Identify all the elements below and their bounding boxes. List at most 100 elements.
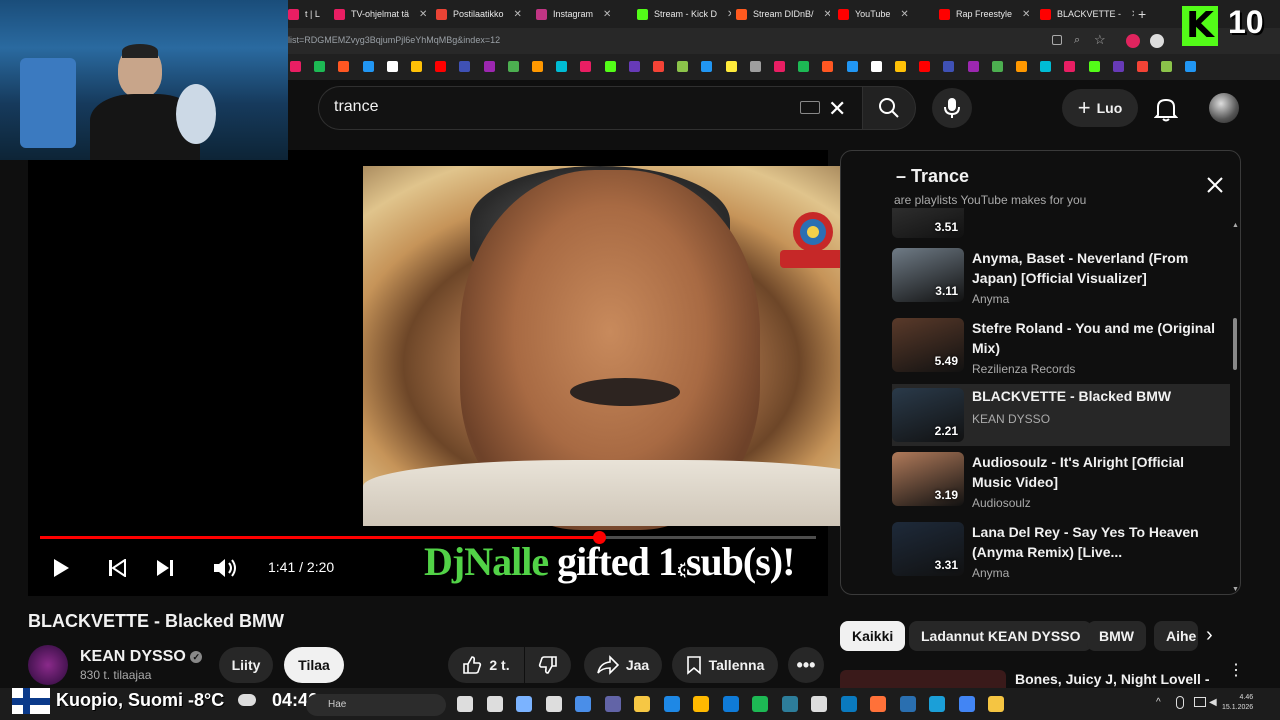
- extension-icon[interactable]: [1150, 34, 1164, 48]
- weather-widget[interactable]: Kuopio, Suomi -8°C: [56, 690, 224, 711]
- bookmark-icon[interactable]: [943, 61, 955, 72]
- bookmark-icon[interactable]: [870, 61, 882, 72]
- taskbar-app-icon[interactable]: [899, 696, 916, 712]
- playlist-item-current[interactable]: 2.21 BLACKVETTE - Blacked BMW KEAN DYSSO: [892, 384, 1230, 446]
- scroll-up-icon[interactable]: ▲: [1232, 222, 1239, 229]
- bookmark-icon[interactable]: [725, 61, 737, 72]
- tab-close-icon[interactable]: ✕: [514, 9, 522, 20]
- clear-search-icon[interactable]: ✕: [828, 96, 846, 122]
- taskbar-app-icon[interactable]: [988, 696, 1004, 712]
- url-text[interactable]: list=RDGMEMZvyg3BqjumPjl6eYhMqMBg&index=…: [288, 35, 500, 45]
- taskbar-app-icon[interactable]: [634, 696, 650, 712]
- previous-button[interactable]: [104, 555, 130, 581]
- taskbar-app-icon[interactable]: [929, 696, 945, 712]
- browser-tab[interactable]: YouTube ✕: [838, 4, 932, 24]
- tray-clock[interactable]: 4.46 15.1.2026: [1222, 693, 1253, 713]
- bookmark-icon[interactable]: [846, 61, 858, 72]
- taskbar-app-icon[interactable]: [958, 696, 975, 712]
- bookmark-icon[interactable]: [749, 61, 761, 72]
- bookmark-icon[interactable]: [774, 61, 785, 72]
- tab-close-icon[interactable]: ✕: [824, 9, 830, 20]
- taskbar-app-icon[interactable]: [752, 696, 768, 712]
- taskbar-app-icon[interactable]: [870, 696, 886, 712]
- bookmark-icon[interactable]: [1064, 61, 1076, 72]
- account-avatar[interactable]: [1209, 93, 1239, 123]
- bookmark-icon[interactable]: [604, 61, 616, 72]
- bookmark-icon[interactable]: [653, 61, 664, 72]
- next-button[interactable]: [152, 555, 178, 581]
- bookmark-icon[interactable]: [386, 61, 398, 72]
- tab-close-icon[interactable]: ✕: [727, 9, 731, 20]
- bookmark-icon[interactable]: [1016, 61, 1027, 72]
- bookmark-icon[interactable]: [701, 61, 713, 72]
- like-button[interactable]: 2 t.: [448, 647, 524, 683]
- bookmark-icon[interactable]: [435, 61, 447, 72]
- extension-icon[interactable]: [1126, 34, 1140, 48]
- bookmark-icon[interactable]: [1040, 61, 1052, 72]
- bookmark-icon[interactable]: [411, 61, 422, 72]
- taskbar-app-icon[interactable]: [693, 696, 709, 712]
- bookmark-icon[interactable]: [556, 61, 568, 72]
- tray-chevron-icon[interactable]: ^: [1156, 697, 1161, 708]
- browser-tab[interactable]: Rap Freestyle ✕: [939, 4, 1033, 24]
- taskbar-app-icon[interactable]: [840, 696, 857, 712]
- playlist-item[interactable]: 5.49 Stefre Roland - You and me (Original…: [892, 318, 1230, 382]
- speaker-icon[interactable]: ◀: [1209, 697, 1217, 708]
- play-button[interactable]: [48, 555, 74, 581]
- notifications-button[interactable]: [1153, 96, 1179, 127]
- bookmark-icon[interactable]: [532, 61, 543, 72]
- browser-tab[interactable]: Postilaatikko ✕: [436, 4, 530, 24]
- more-vertical-icon[interactable]: ⋮: [1228, 663, 1244, 679]
- browser-tab[interactable]: Instagram ✕: [536, 4, 630, 24]
- filter-chip[interactable]: BMW: [1087, 621, 1146, 651]
- bookmark-icon[interactable]: [822, 61, 834, 72]
- playlist-item[interactable]: 3.31 Lana Del Rey - Say Yes To Heaven (An…: [892, 522, 1230, 586]
- new-tab-button[interactable]: +: [1138, 6, 1146, 22]
- bookmark-icon[interactable]: [991, 61, 1003, 72]
- browser-tab[interactable]: t | L✕: [288, 4, 324, 24]
- bookmark-icon[interactable]: [1088, 61, 1100, 72]
- taskbar-app-icon[interactable]: [604, 696, 621, 712]
- bookmark-icon[interactable]: [919, 61, 931, 72]
- search-button[interactable]: [862, 86, 916, 130]
- microphone-tray-icon[interactable]: [1176, 696, 1184, 709]
- save-button[interactable]: Tallenna: [672, 647, 778, 683]
- playlist-item[interactable]: 3.19 Audiosoulz - It's Alright [Official …: [892, 452, 1230, 516]
- bookmark-icon[interactable]: [677, 61, 689, 72]
- bookmark-icon[interactable]: [483, 61, 495, 72]
- search-box[interactable]: [318, 86, 863, 130]
- browser-tab[interactable]: BLACKVETTE - ✕: [1040, 4, 1134, 24]
- bookmark-icon[interactable]: [459, 61, 471, 72]
- tab-close-icon[interactable]: ✕: [603, 9, 611, 20]
- create-button[interactable]: + Luo: [1062, 89, 1138, 127]
- search-input[interactable]: trance: [334, 98, 378, 116]
- install-icon[interactable]: [1052, 35, 1062, 45]
- tab-close-icon[interactable]: ✕: [1022, 9, 1030, 20]
- bookmark-icon[interactable]: [798, 61, 810, 72]
- playlist-item[interactable]: 3.51: [892, 208, 1230, 238]
- bookmark-icon[interactable]: [338, 61, 350, 72]
- chips-next-icon[interactable]: ›: [1206, 624, 1213, 647]
- next-video-thumbnail[interactable]: [840, 670, 1006, 688]
- subscribe-button[interactable]: Tilaa: [284, 647, 344, 683]
- bookmark-icon[interactable]: [967, 61, 979, 72]
- taskbar-app-icon[interactable]: [663, 696, 680, 712]
- next-video-title[interactable]: Bones, Juicy J, Night Lovell -: [1015, 671, 1209, 687]
- close-playlist-button[interactable]: [1202, 172, 1228, 198]
- bookmark-icon[interactable]: [1112, 61, 1124, 72]
- browser-tab[interactable]: TV-ohjelmat tä ✕: [334, 4, 428, 24]
- taskbar-app-icon[interactable]: [516, 696, 532, 712]
- filter-chip[interactable]: Ladannut KEAN DYSSO: [909, 621, 1093, 651]
- bookmark-icon[interactable]: [1161, 61, 1173, 72]
- tab-close-icon[interactable]: ✕: [419, 9, 427, 20]
- taskbar-app-icon[interactable]: [457, 696, 473, 712]
- browser-tab[interactable]: Stream - Kick D ✕: [637, 4, 731, 24]
- taskbar-app-icon[interactable]: [811, 696, 827, 712]
- taskbar-app-icon[interactable]: [722, 696, 739, 712]
- playlist-scrollbar[interactable]: [1233, 318, 1237, 370]
- bookmark-star-icon[interactable]: ☆: [1094, 32, 1106, 48]
- keyboard-icon[interactable]: [800, 101, 820, 114]
- more-actions-button[interactable]: •••: [788, 647, 824, 683]
- dislike-button[interactable]: [525, 647, 571, 683]
- bookmark-icon[interactable]: [628, 61, 640, 72]
